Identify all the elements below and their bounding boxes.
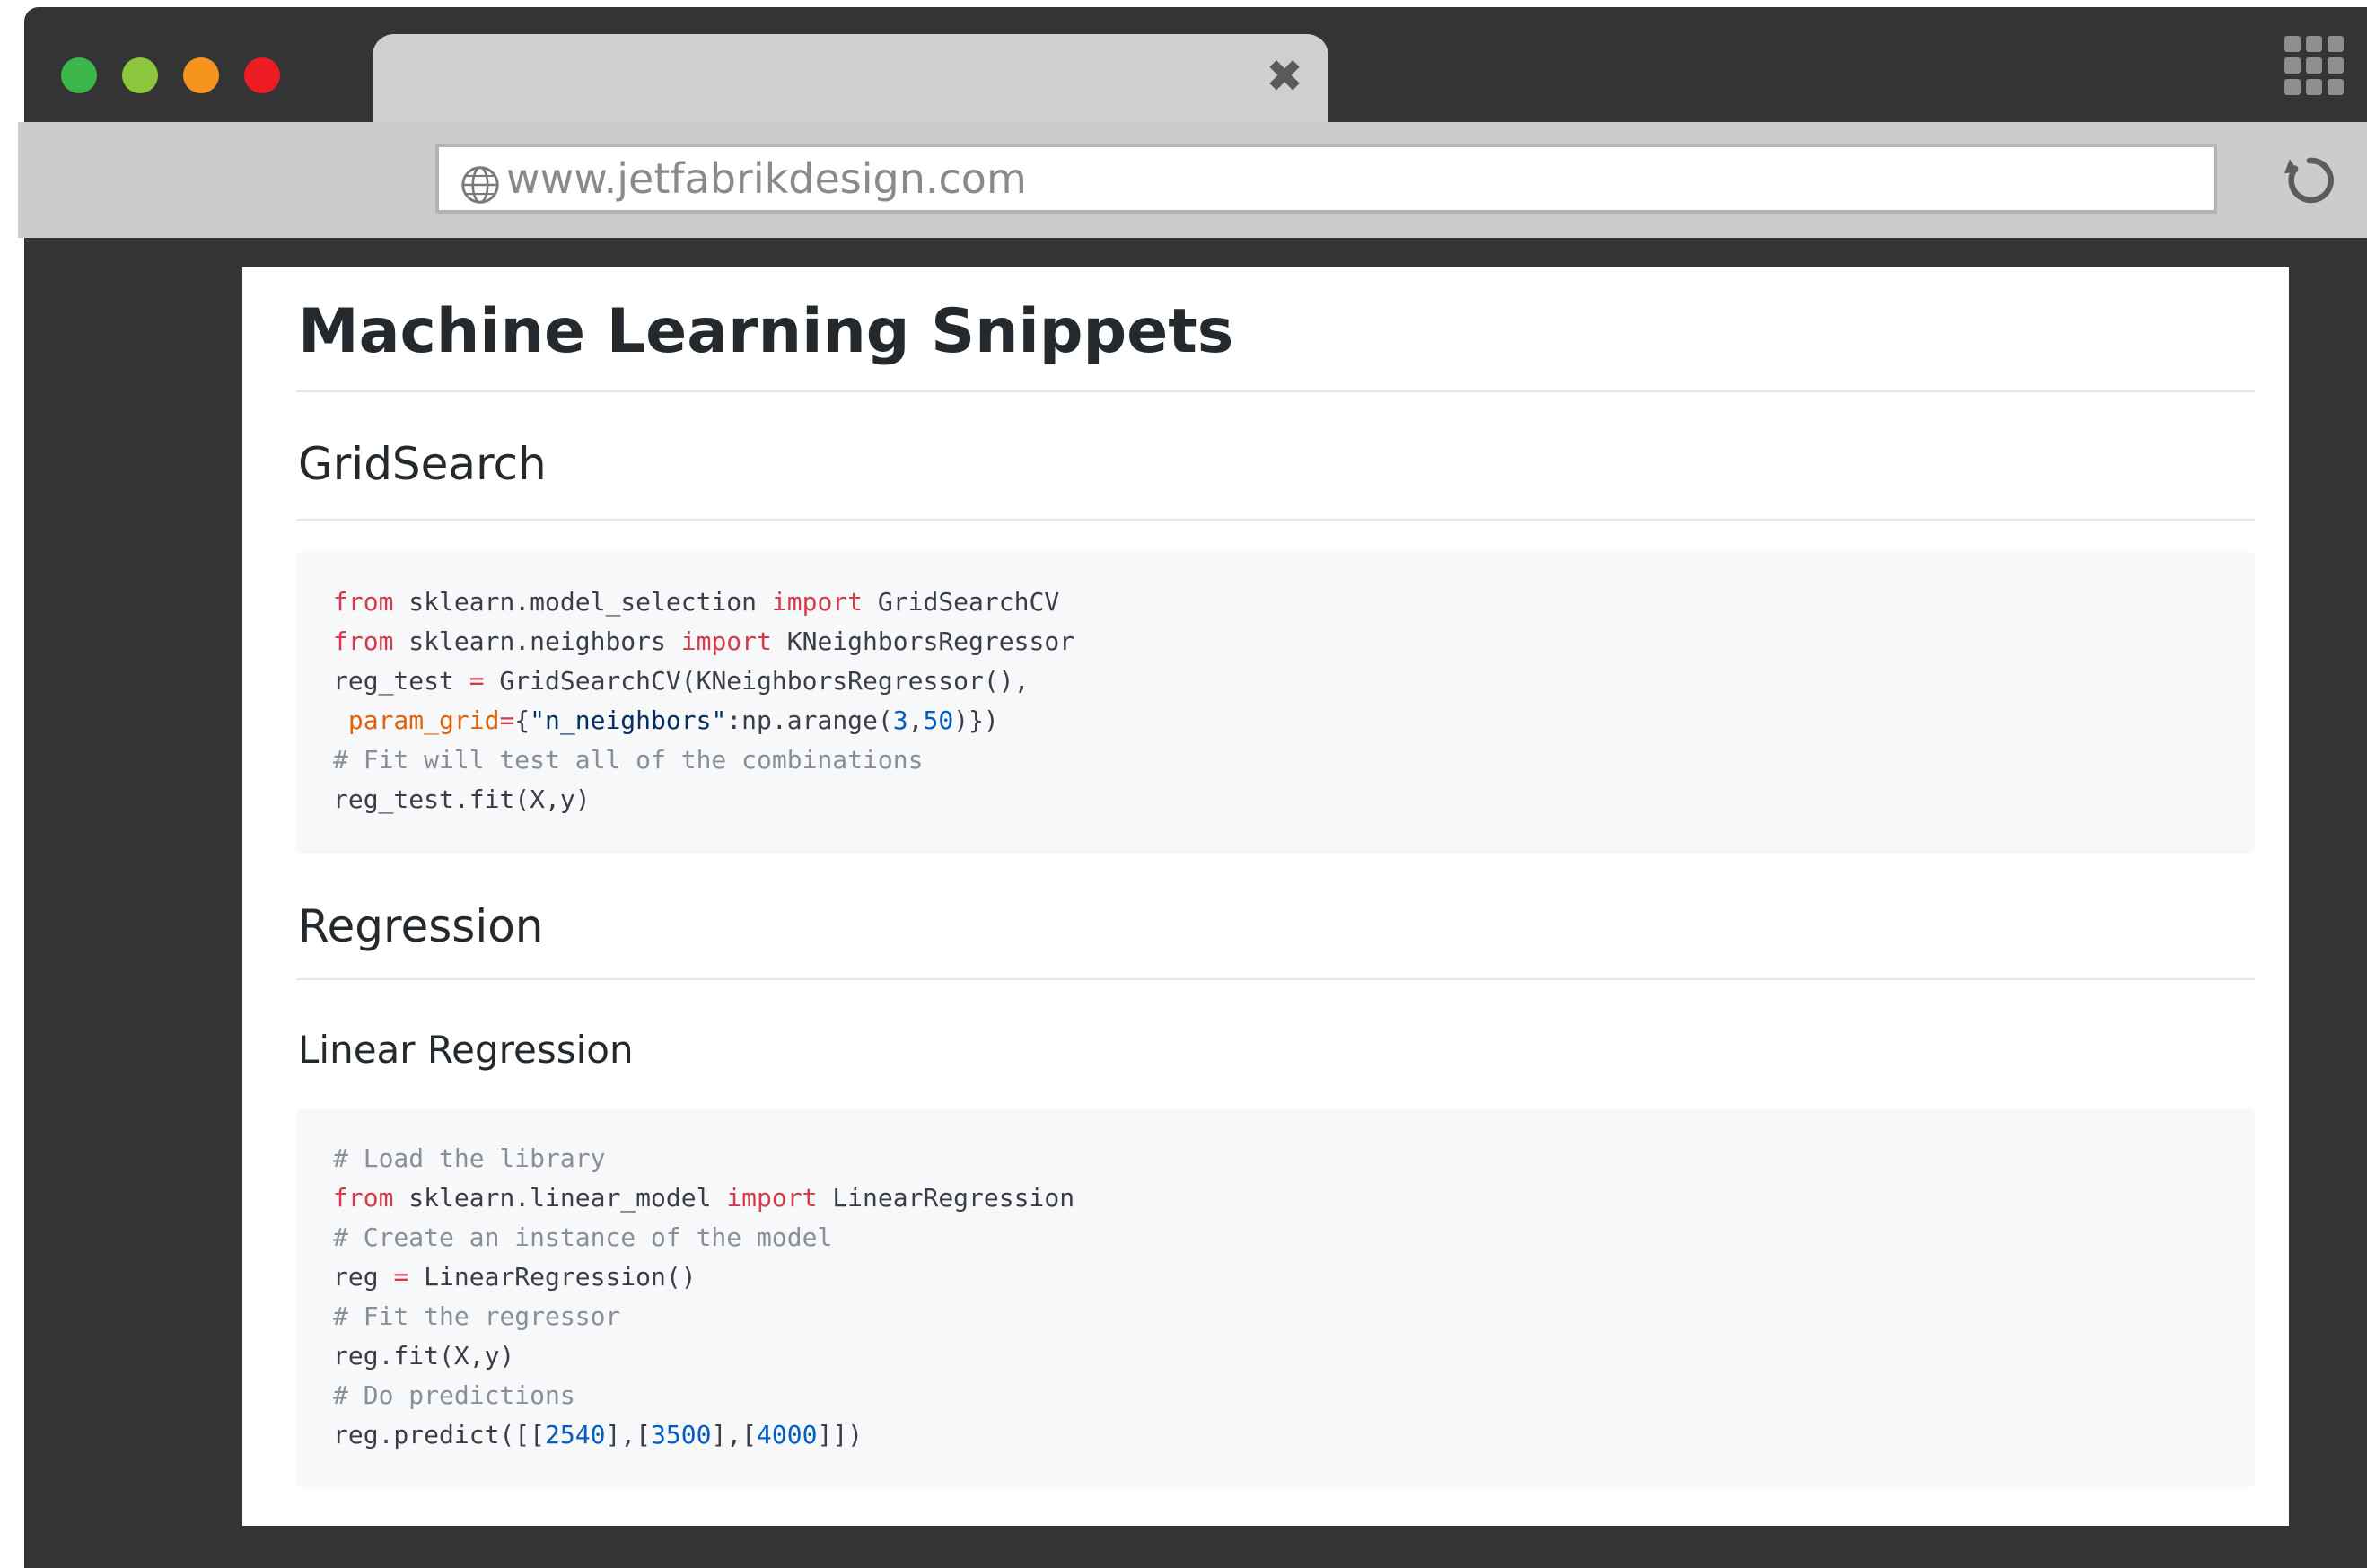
code-block-gridsearch: from sklearn.model_selection import Grid…: [296, 552, 2255, 854]
code-line: # Create an instance of the model: [333, 1218, 2255, 1257]
code-line: # Do predictions: [333, 1376, 2255, 1415]
code-block-linear-regression: # Load the library from sklearn.linear_mo…: [296, 1108, 2255, 1487]
code-token: LinearRegression: [817, 1183, 1075, 1213]
close-icon[interactable]: ✖: [1266, 54, 1303, 99]
code-line: from sklearn.model_selection import Grid…: [333, 583, 2255, 622]
globe-icon: [461, 166, 499, 204]
section-divider: [296, 519, 2255, 521]
code-line: # Load the library: [333, 1139, 2255, 1178]
code-token: ]]): [817, 1420, 864, 1450]
code-token: from: [333, 1183, 394, 1213]
reload-icon[interactable]: [2280, 151, 2339, 210]
code-token: ],[: [605, 1420, 652, 1450]
code-token: reg.fit(X,y): [333, 1341, 515, 1371]
code-token: sklearn.linear_model: [393, 1183, 727, 1213]
code-token: # Fit the regressor: [333, 1301, 621, 1331]
traffic-light-orange[interactable]: [183, 57, 219, 93]
code-line: param_grid={"n_neighbors":np.arange(3,50…: [333, 701, 2255, 740]
code-token: )}): [953, 705, 999, 735]
browser-tab[interactable]: ✖: [373, 34, 1328, 124]
code-token: import: [726, 1183, 818, 1213]
code-line: reg = LinearRegression(): [333, 1257, 2255, 1297]
code-token: :np.arange(: [726, 705, 893, 735]
code-line: reg.fit(X,y): [333, 1336, 2255, 1376]
traffic-light-red[interactable]: [244, 57, 280, 93]
code-token: 4000: [757, 1420, 818, 1450]
code-token: =: [469, 666, 485, 696]
section-heading-gridsearch: GridSearch: [298, 438, 547, 490]
code-token: reg: [333, 1262, 394, 1292]
code-line: reg_test = GridSearchCV(KNeighborsRegres…: [333, 661, 2255, 701]
code-token: sklearn.neighbors: [393, 626, 681, 656]
code-token: =: [393, 1262, 409, 1292]
apps-grid-icon[interactable]: [2284, 36, 2344, 95]
code-token: =: [499, 705, 515, 735]
section-divider: [296, 978, 2255, 980]
code-token: reg.predict([[: [333, 1420, 546, 1450]
traffic-light-lime[interactable]: [122, 57, 158, 93]
code-token: KNeighborsRegressor: [771, 626, 1075, 656]
window-controls: [61, 57, 280, 93]
code-token: 3500: [651, 1420, 712, 1450]
code-token: # Fit will test all of the combinations: [333, 745, 924, 775]
code-line: reg.predict([[2540],[3500],[4000]]): [333, 1415, 2255, 1455]
code-token: reg_test: [333, 666, 469, 696]
code-token: import: [771, 587, 864, 617]
code-token: 50: [923, 705, 954, 735]
code-token: GridSearchCV: [863, 587, 1060, 617]
subsection-heading-linear-regression: Linear Regression: [298, 1028, 634, 1072]
code-token: "n_neighbors": [530, 705, 727, 735]
address-text: www.jetfabrikdesign.com: [506, 154, 1027, 203]
code-line: reg_test.fit(X,y): [333, 780, 2255, 819]
code-token: {: [514, 705, 530, 735]
code-token: from: [333, 626, 394, 656]
title-divider: [296, 390, 2255, 392]
code-token: 2540: [545, 1420, 606, 1450]
code-token: GridSearchCV(KNeighborsRegressor(),: [484, 666, 1030, 696]
code-token: ],[: [711, 1420, 758, 1450]
code-token: reg_test.fit(X,y): [333, 784, 591, 814]
page-content: Machine Learning Snippets GridSearch fro…: [242, 267, 2289, 1526]
address-bar[interactable]: www.jetfabrikdesign.com: [435, 144, 2217, 214]
code-token: from: [333, 587, 394, 617]
code-line: from sklearn.neighbors import KNeighbors…: [333, 622, 2255, 661]
code-token: LinearRegression(): [408, 1262, 697, 1292]
code-token: import: [680, 626, 772, 656]
code-token: ,: [907, 705, 924, 735]
code-token: # Create an instance of the model: [333, 1222, 833, 1252]
traffic-light-green[interactable]: [61, 57, 97, 93]
code-token: 3: [892, 705, 908, 735]
code-token: # Load the library: [333, 1143, 606, 1173]
page-title: Machine Learning Snippets: [298, 296, 1234, 367]
code-line: from sklearn.linear_model import LinearR…: [333, 1178, 2255, 1218]
code-token: param_grid: [347, 705, 500, 735]
code-token: sklearn.model_selection: [393, 587, 772, 617]
section-heading-regression: Regression: [298, 900, 544, 952]
code-token: # Do predictions: [333, 1380, 575, 1410]
code-line: # Fit the regressor: [333, 1297, 2255, 1336]
code-line: # Fit will test all of the combinations: [333, 740, 2255, 780]
